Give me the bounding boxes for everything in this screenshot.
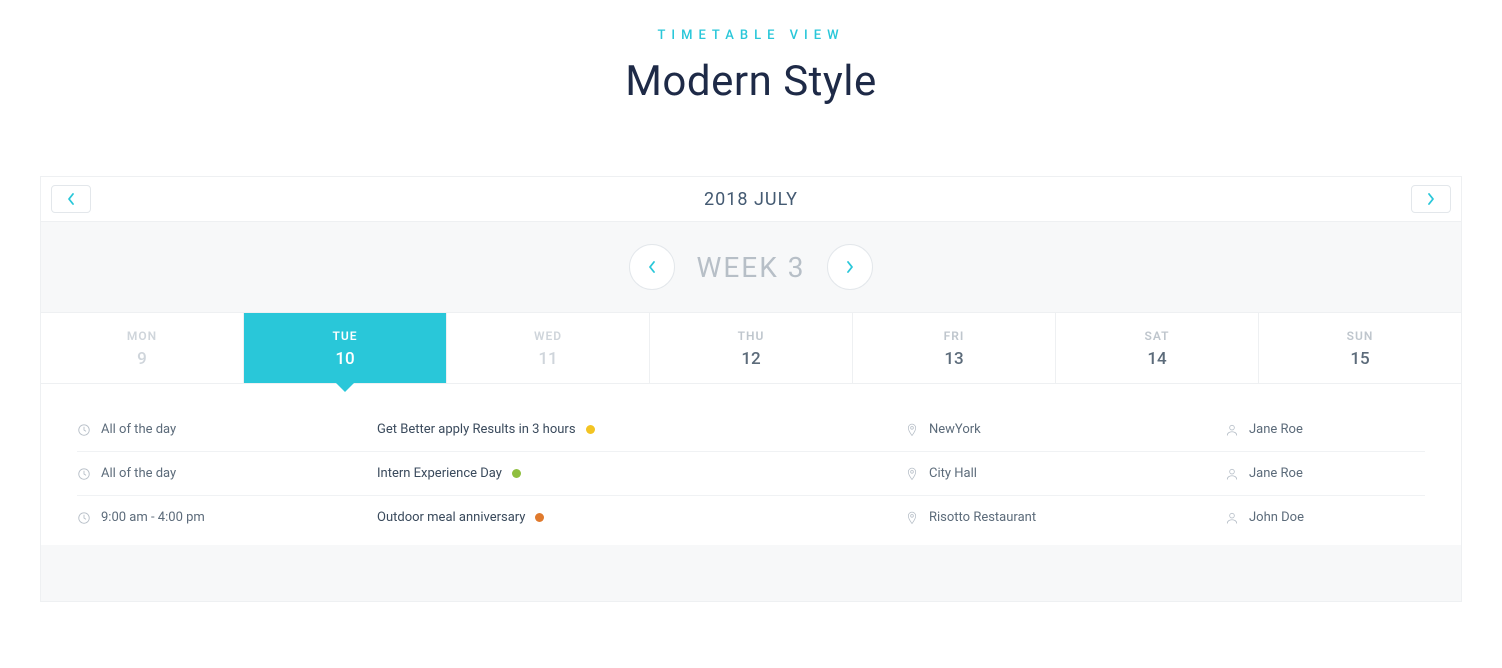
day-name: FRI — [853, 329, 1055, 343]
event-time: All of the day — [101, 422, 176, 437]
event-row[interactable]: All of the day Get Better apply Results i… — [77, 408, 1425, 452]
user-icon — [1225, 423, 1239, 437]
next-month-button[interactable] — [1411, 185, 1451, 213]
page-eyebrow: TIMETABLE VIEW — [40, 28, 1462, 43]
day-cell-tue[interactable]: TUE 10 — [244, 313, 447, 383]
day-number: 10 — [244, 349, 446, 369]
event-location-cell: Risotto Restaurant — [905, 510, 1225, 525]
event-location: Risotto Restaurant — [929, 510, 1036, 525]
clock-icon — [77, 423, 91, 437]
month-label: 2018 JULY — [91, 189, 1411, 210]
event-color-dot — [512, 469, 521, 478]
user-icon — [1225, 467, 1239, 481]
day-name: SAT — [1056, 329, 1258, 343]
event-location: NewYork — [929, 422, 981, 437]
timetable-footer-band — [41, 545, 1461, 601]
event-location-cell: City Hall — [905, 466, 1225, 481]
prev-week-button[interactable] — [629, 244, 675, 290]
event-person-cell: Jane Roe — [1225, 466, 1425, 481]
event-row[interactable]: All of the day Intern Experience Day City … — [77, 452, 1425, 496]
day-cell-sat[interactable]: SAT 14 — [1056, 313, 1259, 383]
chevron-right-icon — [1426, 192, 1436, 206]
day-cell-wed[interactable]: WED 11 — [447, 313, 650, 383]
chevron-left-icon — [647, 259, 657, 275]
page-title: Modern Style — [40, 57, 1462, 106]
location-pin-icon — [905, 467, 919, 481]
event-color-dot — [535, 513, 544, 522]
event-person: John Doe — [1249, 510, 1304, 525]
user-icon — [1225, 511, 1239, 525]
event-title-cell: Get Better apply Results in 3 hours — [377, 422, 905, 437]
day-number: 9 — [41, 349, 243, 369]
day-name: MON — [41, 329, 243, 343]
event-time-cell: 9:00 am - 4:00 pm — [77, 510, 377, 525]
prev-month-button[interactable] — [51, 185, 91, 213]
day-number: 12 — [650, 349, 852, 369]
chevron-right-icon — [845, 259, 855, 275]
event-person: Jane Roe — [1249, 422, 1303, 437]
event-time-cell: All of the day — [77, 466, 377, 481]
event-person-cell: Jane Roe — [1225, 422, 1425, 437]
location-pin-icon — [905, 423, 919, 437]
day-number: 14 — [1056, 349, 1258, 369]
month-navigation-row: 2018 JULY — [41, 177, 1461, 222]
clock-icon — [77, 511, 91, 525]
chevron-left-icon — [66, 192, 76, 206]
day-name: TUE — [244, 329, 446, 343]
event-title: Outdoor meal anniversary — [377, 510, 525, 525]
day-cell-mon[interactable]: MON 9 — [41, 313, 244, 383]
next-week-button[interactable] — [827, 244, 873, 290]
day-name: SUN — [1259, 329, 1461, 343]
event-title: Intern Experience Day — [377, 466, 502, 481]
event-title-cell: Intern Experience Day — [377, 466, 905, 481]
days-row: MON 9TUE 10WED 11THU 12FRI 13SAT 14SUN 15 — [41, 313, 1461, 384]
day-number: 11 — [447, 349, 649, 369]
timetable-container: 2018 JULY WEEK 3 MON9TUE10WED11THU12FRI1… — [40, 176, 1462, 602]
event-location-cell: NewYork — [905, 422, 1225, 437]
week-label: WEEK 3 — [697, 251, 806, 284]
clock-icon — [77, 467, 91, 481]
event-time: 9:00 am - 4:00 pm — [101, 510, 205, 525]
event-location: City Hall — [929, 466, 977, 481]
day-name: THU — [650, 329, 852, 343]
day-number: 13 — [853, 349, 1055, 369]
event-person-cell: John Doe — [1225, 510, 1425, 525]
day-name: WED — [447, 329, 649, 343]
day-number: 15 — [1259, 349, 1461, 369]
event-color-dot — [586, 425, 595, 434]
event-person: Jane Roe — [1249, 466, 1303, 481]
day-cell-fri[interactable]: FRI 13 — [853, 313, 1056, 383]
week-navigation-row: WEEK 3 — [41, 222, 1461, 313]
event-title: Get Better apply Results in 3 hours — [377, 422, 576, 437]
location-pin-icon — [905, 511, 919, 525]
event-time: All of the day — [101, 466, 176, 481]
day-cell-sun[interactable]: SUN 15 — [1259, 313, 1461, 383]
day-cell-thu[interactable]: THU 12 — [650, 313, 853, 383]
events-list: All of the day Get Better apply Results i… — [41, 384, 1461, 545]
event-row[interactable]: 9:00 am - 4:00 pm Outdoor meal anniversar… — [77, 496, 1425, 539]
event-time-cell: All of the day — [77, 422, 377, 437]
event-title-cell: Outdoor meal anniversary — [377, 510, 905, 525]
